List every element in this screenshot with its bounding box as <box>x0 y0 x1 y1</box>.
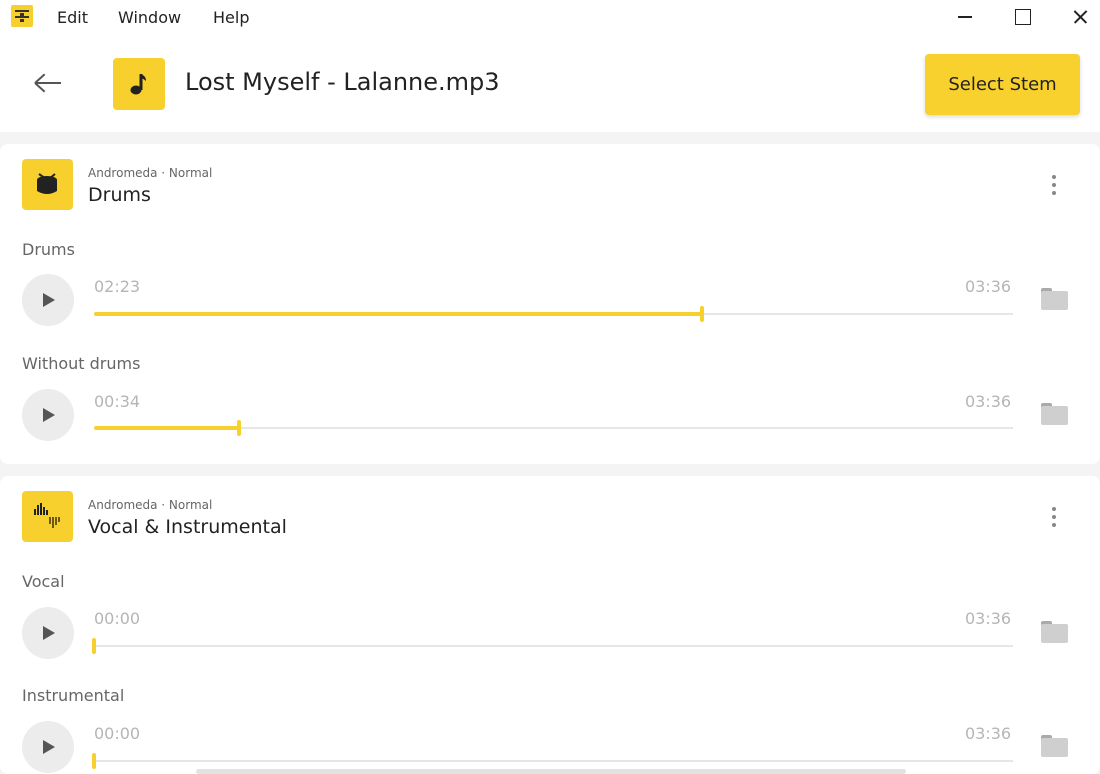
maximize-icon[interactable] <box>1007 4 1037 30</box>
play-icon[interactable] <box>22 607 74 659</box>
track-label: Without drums <box>22 354 141 373</box>
progress-handle[interactable] <box>92 753 96 769</box>
current-time: 00:00 <box>94 609 141 628</box>
progress-handle[interactable] <box>92 638 96 654</box>
drum-icon <box>22 159 73 210</box>
card-subtitle: Andromeda · Normal <box>88 498 213 512</box>
minimize-icon[interactable] <box>950 4 980 30</box>
card-title: Vocal & Instrumental <box>88 516 287 538</box>
select-stem-button[interactable]: Select Stem <box>925 54 1080 115</box>
menu-window[interactable]: Window <box>118 8 181 27</box>
menu-bar: Edit Window Help <box>0 0 1100 34</box>
total-time: 03:36 <box>965 392 1012 411</box>
more-options-icon[interactable] <box>1046 504 1062 530</box>
total-time: 03:36 <box>965 724 1012 743</box>
track-label: Vocal <box>22 572 65 591</box>
progress-handle[interactable] <box>700 306 704 322</box>
total-time: 03:36 <box>965 277 1012 296</box>
total-time: 03:36 <box>965 609 1012 628</box>
play-icon[interactable] <box>22 274 74 326</box>
progress-fill <box>94 312 702 316</box>
card-title: Drums <box>88 184 151 206</box>
progress-track[interactable] <box>92 638 1013 654</box>
more-options-icon[interactable] <box>1046 172 1062 198</box>
progress-track[interactable] <box>92 753 1013 769</box>
card-subtitle: Andromeda · Normal <box>88 166 213 180</box>
track-label: Drums <box>22 240 75 259</box>
play-icon[interactable] <box>22 389 74 441</box>
menu-edit[interactable]: Edit <box>57 8 88 27</box>
stem-card-vocal-instrumental: Andromeda · Normal Vocal & Instrumental … <box>0 476 1100 774</box>
folder-icon[interactable] <box>1041 403 1068 427</box>
folder-icon[interactable] <box>1041 288 1068 312</box>
app-logo-icon <box>11 5 33 27</box>
play-icon[interactable] <box>22 721 74 773</box>
horizontal-scrollbar[interactable] <box>196 769 906 774</box>
progress-handle[interactable] <box>236 420 241 436</box>
waveform-icon <box>22 491 73 542</box>
current-time: 00:00 <box>94 724 141 743</box>
track-label: Instrumental <box>22 686 125 705</box>
close-icon[interactable] <box>1066 4 1096 30</box>
music-note-icon <box>113 58 165 110</box>
folder-icon[interactable] <box>1041 735 1068 759</box>
page-header: Lost Myself - Lalanne.mp3 Select Stem <box>0 34 1100 132</box>
progress-track[interactable] <box>94 420 1013 436</box>
current-time: 00:34 <box>94 392 141 411</box>
progress-track[interactable] <box>94 306 1013 322</box>
file-title: Lost Myself - Lalanne.mp3 <box>185 68 500 96</box>
back-arrow-icon[interactable] <box>30 68 66 98</box>
menu-help[interactable]: Help <box>213 8 249 27</box>
stem-card-drums: Andromeda · Normal Drums Drums 02:23 03:… <box>0 144 1100 464</box>
current-time: 02:23 <box>94 277 141 296</box>
folder-icon[interactable] <box>1041 621 1068 645</box>
progress-fill <box>94 426 239 430</box>
